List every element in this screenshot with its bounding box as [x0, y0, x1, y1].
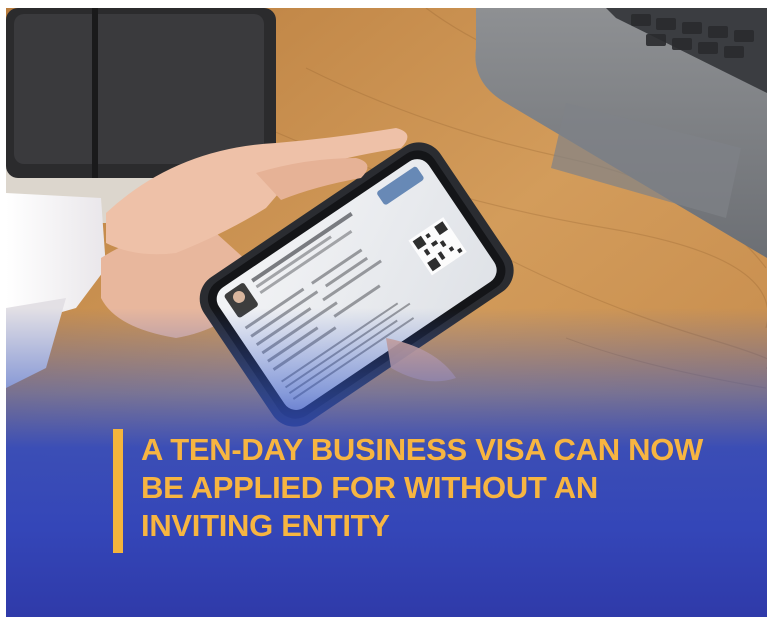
headline-block: A TEN-DAY BUSINESS VISA CAN NOW BE APPLI… [113, 429, 733, 553]
visa-news-card: A TEN-DAY BUSINESS VISA CAN NOW BE APPLI… [6, 8, 767, 617]
accent-bar [113, 429, 123, 553]
headline: A TEN-DAY BUSINESS VISA CAN NOW BE APPLI… [141, 432, 703, 543]
